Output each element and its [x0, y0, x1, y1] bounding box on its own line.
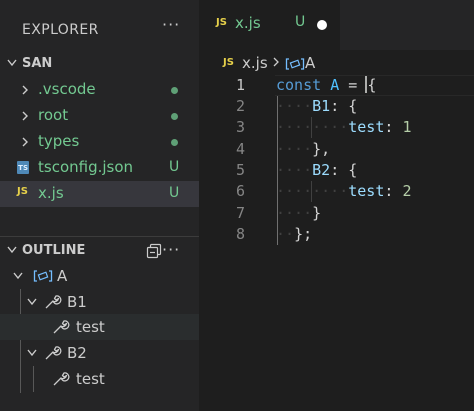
- wrench-icon: [45, 295, 62, 309]
- breadcrumb-file[interactable]: x.js: [242, 54, 268, 72]
- outline-item-b2-test[interactable]: test: [0, 366, 199, 392]
- wrench-icon: [53, 372, 70, 386]
- punctuation-token: :: [384, 118, 403, 136]
- section-divider: [0, 236, 199, 237]
- git-status-badge: U: [169, 185, 180, 201]
- keyword-token: const: [276, 76, 322, 94]
- code-line-7[interactable]: ····}: [276, 203, 321, 224]
- chevron-right-icon: [273, 57, 279, 67]
- code-line-8[interactable]: ··};: [276, 224, 312, 245]
- code-line-6[interactable]: ········test: 2: [276, 181, 411, 202]
- sidebar: EXPLORER ··· SAN .vscode root types TS t…: [0, 0, 199, 411]
- ts-config-icon: TS: [17, 161, 29, 174]
- code-line-3[interactable]: ········test: 1: [276, 117, 411, 138]
- js-file-icon: JS: [223, 57, 234, 68]
- tree-item-label: root: [38, 106, 69, 124]
- tree-item-label: tsconfig.json: [38, 158, 134, 176]
- outline-item-b1-test[interactable]: test: [0, 314, 199, 340]
- js-file-icon: JS: [17, 186, 28, 197]
- editor-tab-xjs[interactable]: JS x.js U: [199, 0, 340, 50]
- code-line-5[interactable]: ····B2: {: [276, 160, 357, 181]
- git-untracked-dot: [171, 113, 178, 120]
- explorer-title: EXPLORER: [22, 22, 99, 38]
- punctuation-token: },: [312, 140, 331, 158]
- punctuation-token: };: [294, 225, 313, 243]
- line-number: 3: [235, 118, 245, 136]
- line-number: 6: [235, 182, 245, 200]
- outline-item-label: B2: [67, 344, 87, 362]
- tree-item-label: types: [38, 132, 80, 150]
- outline-item-a[interactable]: A: [0, 263, 199, 289]
- number-token: 2: [402, 182, 412, 200]
- wrench-icon: [45, 346, 62, 360]
- line-number: 1: [235, 76, 245, 94]
- folder-header-san[interactable]: SAN: [0, 51, 199, 77]
- tree-item-types[interactable]: types: [0, 129, 199, 155]
- git-untracked-dot: [171, 87, 178, 94]
- tree-item-tsconfig[interactable]: TS tsconfig.json U: [0, 155, 199, 181]
- chevron-right-icon: [22, 111, 28, 121]
- tab-git-status: U: [295, 14, 306, 30]
- chevron-right-icon: [22, 85, 28, 95]
- breadcrumb-symbol[interactable]: A: [305, 54, 315, 72]
- editor-tab-bar: JS x.js U: [199, 0, 474, 50]
- property-token: test: [348, 118, 385, 136]
- tree-item-label: .vscode: [38, 80, 96, 98]
- chevron-down-icon: [7, 246, 17, 254]
- explorer-more-actions-icon[interactable]: ···: [162, 15, 180, 34]
- outline-item-label: A: [57, 267, 68, 285]
- outline-item-label: B1: [67, 293, 87, 311]
- property-token: test: [348, 182, 385, 200]
- number-token: 1: [402, 118, 412, 136]
- punctuation-token: :: [384, 182, 403, 200]
- tab-filename: x.js: [235, 14, 261, 32]
- operator-token: =: [339, 76, 367, 94]
- line-number: 4: [235, 140, 245, 158]
- code-line-4[interactable]: ····},: [276, 139, 330, 160]
- identifier-token: A: [330, 76, 340, 94]
- outline-more-actions-icon[interactable]: ···: [162, 240, 180, 259]
- code-line-2[interactable]: ····B1: {: [276, 96, 357, 117]
- variable-icon: [285, 58, 305, 70]
- chevron-down-icon: [27, 298, 37, 306]
- chevron-down-icon: [7, 59, 17, 67]
- line-number: 5: [235, 161, 245, 179]
- punctuation-token: : {: [330, 97, 358, 115]
- line-number: 8: [235, 225, 245, 243]
- punctuation-token: : {: [330, 161, 358, 179]
- brace-token: {: [367, 76, 377, 94]
- property-token: B1: [312, 97, 331, 115]
- tree-item-label: x.js: [38, 184, 64, 202]
- line-number: 2: [235, 97, 245, 115]
- tree-item-xjs[interactable]: JS x.js U: [0, 181, 199, 207]
- unsaved-dot-icon[interactable]: [317, 20, 327, 30]
- code-line-1[interactable]: const A = {: [276, 75, 376, 96]
- property-token: B2: [312, 161, 331, 179]
- punctuation-token: }: [312, 204, 322, 222]
- tree-item-vscode[interactable]: .vscode: [0, 77, 199, 103]
- js-file-icon: JS: [216, 17, 227, 28]
- outline-title: OUTLINE: [22, 243, 86, 258]
- chevron-down-icon: [13, 272, 23, 280]
- folder-name: SAN: [22, 56, 53, 71]
- chevron-right-icon: [22, 137, 28, 147]
- outline-item-label: test: [76, 370, 105, 388]
- outline-item-label: test: [76, 318, 105, 336]
- line-number: 7: [235, 204, 245, 222]
- outline-item-b2[interactable]: B2: [0, 340, 199, 366]
- variable-icon: [33, 270, 53, 282]
- git-untracked-dot: [171, 139, 178, 146]
- outline-item-b1[interactable]: B1: [0, 289, 199, 315]
- chevron-down-icon: [27, 349, 37, 357]
- git-status-badge: U: [169, 159, 180, 175]
- collapse-all-icon[interactable]: [146, 242, 162, 260]
- tree-item-root[interactable]: root: [0, 103, 199, 129]
- wrench-icon: [53, 320, 70, 334]
- breadcrumb: JS x.js A: [199, 52, 474, 74]
